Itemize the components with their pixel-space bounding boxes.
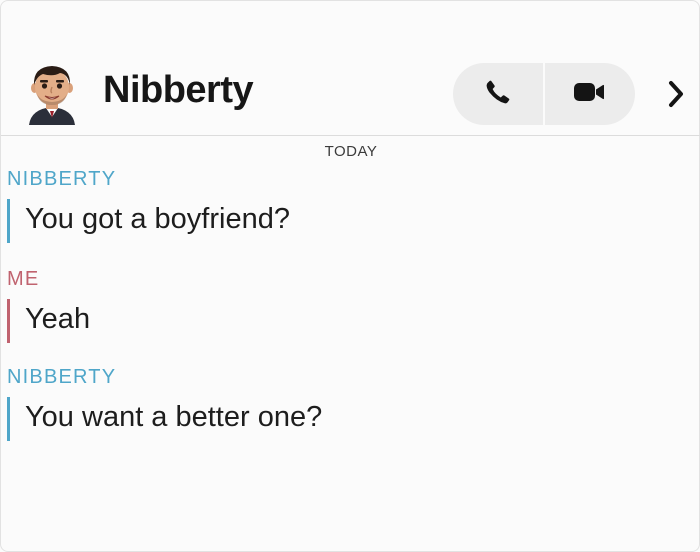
phone-icon (483, 77, 513, 111)
chat-window: Nibberty TODAY NIBBERTY You got a boyfri… (0, 0, 700, 552)
header-divider (1, 135, 700, 136)
message-text[interactable]: Yeah (25, 305, 90, 334)
contact-name[interactable]: Nibberty (103, 71, 254, 109)
sender-label: NIBBERTY (7, 168, 117, 190)
chevron-right-icon[interactable] (661, 77, 691, 111)
sender-color-bar (7, 199, 10, 243)
voice-call-button[interactable] (453, 63, 543, 125)
bitmoji-avatar-icon[interactable] (25, 61, 79, 125)
chat-header: Nibberty (1, 51, 700, 137)
call-controls (453, 63, 635, 125)
sender-color-bar (7, 299, 10, 343)
video-camera-icon (572, 80, 606, 108)
date-separator: TODAY (324, 143, 378, 160)
video-call-button[interactable] (544, 63, 634, 125)
sender-label: ME (7, 268, 40, 290)
message-text[interactable]: You want a better one? (25, 403, 322, 432)
sender-color-bar (7, 397, 10, 441)
message-text[interactable]: You got a boyfriend? (25, 205, 290, 234)
sender-label: NIBBERTY (7, 366, 117, 388)
